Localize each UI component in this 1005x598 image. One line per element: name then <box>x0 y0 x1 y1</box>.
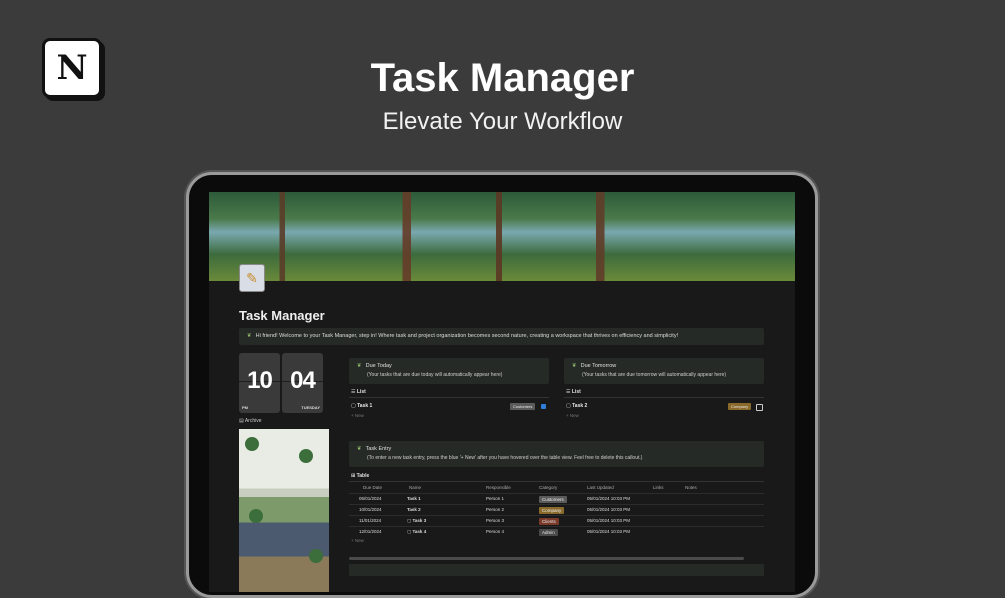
tab-list-tomorrow[interactable]: ☰ List <box>566 389 581 395</box>
table-row[interactable]: 05/01/2024 Task 1 Person 1 Customers 05/… <box>349 493 764 504</box>
table-row[interactable]: 12/01/2024 ▢ Task 4 Person 4 Admin 05/01… <box>349 526 764 537</box>
pixel-art-image <box>239 429 329 592</box>
due-today-callout: ❦ Due Today (Your tasks that are due toda… <box>349 358 549 384</box>
tablet-frame: ✎ Task Manager ❦ Hi friend! Welcome to yo… <box>186 172 818 598</box>
hero-title: Task Manager <box>370 56 635 100</box>
clock-minute-card: 04 TUESDAY <box>282 353 323 413</box>
new-button[interactable]: + New <box>351 538 364 543</box>
clock-day: TUESDAY <box>301 405 320 410</box>
table-row[interactable]: 10/01/2024 Task 2 Person 2 Company 05/01… <box>349 504 764 515</box>
category-tag: Company <box>728 403 752 410</box>
new-button[interactable]: + New <box>566 413 579 418</box>
archive-link[interactable]: ▤ Archive <box>239 418 262 424</box>
table-header: Due Date Name Responsible Category Last … <box>363 485 697 490</box>
clock-minute: 04 <box>290 367 316 394</box>
cover-image <box>209 192 795 281</box>
clock-hour-card: 10 PM <box>239 353 280 413</box>
hero-subtitle: Elevate Your Workflow <box>382 108 623 135</box>
clock-ampm: PM <box>242 405 248 410</box>
clock-hour: 10 <box>247 367 273 394</box>
task-entry-callout: ❦ Task Entry (To enter a new task entry, … <box>349 441 764 467</box>
horizontal-scrollbar[interactable] <box>349 557 744 560</box>
notion-page: ✎ Task Manager ❦ Hi friend! Welcome to yo… <box>209 192 795 592</box>
list-item[interactable]: ▢ Task 2 <box>566 403 587 409</box>
tab-table[interactable]: ⊞ Table <box>351 473 369 479</box>
new-button[interactable]: + New <box>351 413 364 418</box>
category-tag: Customers <box>510 403 536 410</box>
sprout-icon: ❦ <box>247 333 252 339</box>
page-title: Task Manager <box>239 308 325 323</box>
done-checkbox[interactable] <box>756 404 763 411</box>
welcome-callout: ❦ Hi friend! Welcome to your Task Manager… <box>239 328 764 345</box>
next-callout <box>349 564 764 576</box>
done-checkbox[interactable] <box>541 404 546 409</box>
pencil-memo-icon[interactable]: ✎ <box>239 264 265 292</box>
due-tomorrow-callout: ❦ Due Tomorrow (Your tasks that are due t… <box>564 358 764 384</box>
table-row[interactable]: 11/01/2024 ▢ Task 3 Person 3 Clients 05/… <box>349 515 764 526</box>
tab-list-today[interactable]: ☰ List <box>351 389 366 395</box>
list-item[interactable]: ▢ Task 1 <box>351 403 372 409</box>
